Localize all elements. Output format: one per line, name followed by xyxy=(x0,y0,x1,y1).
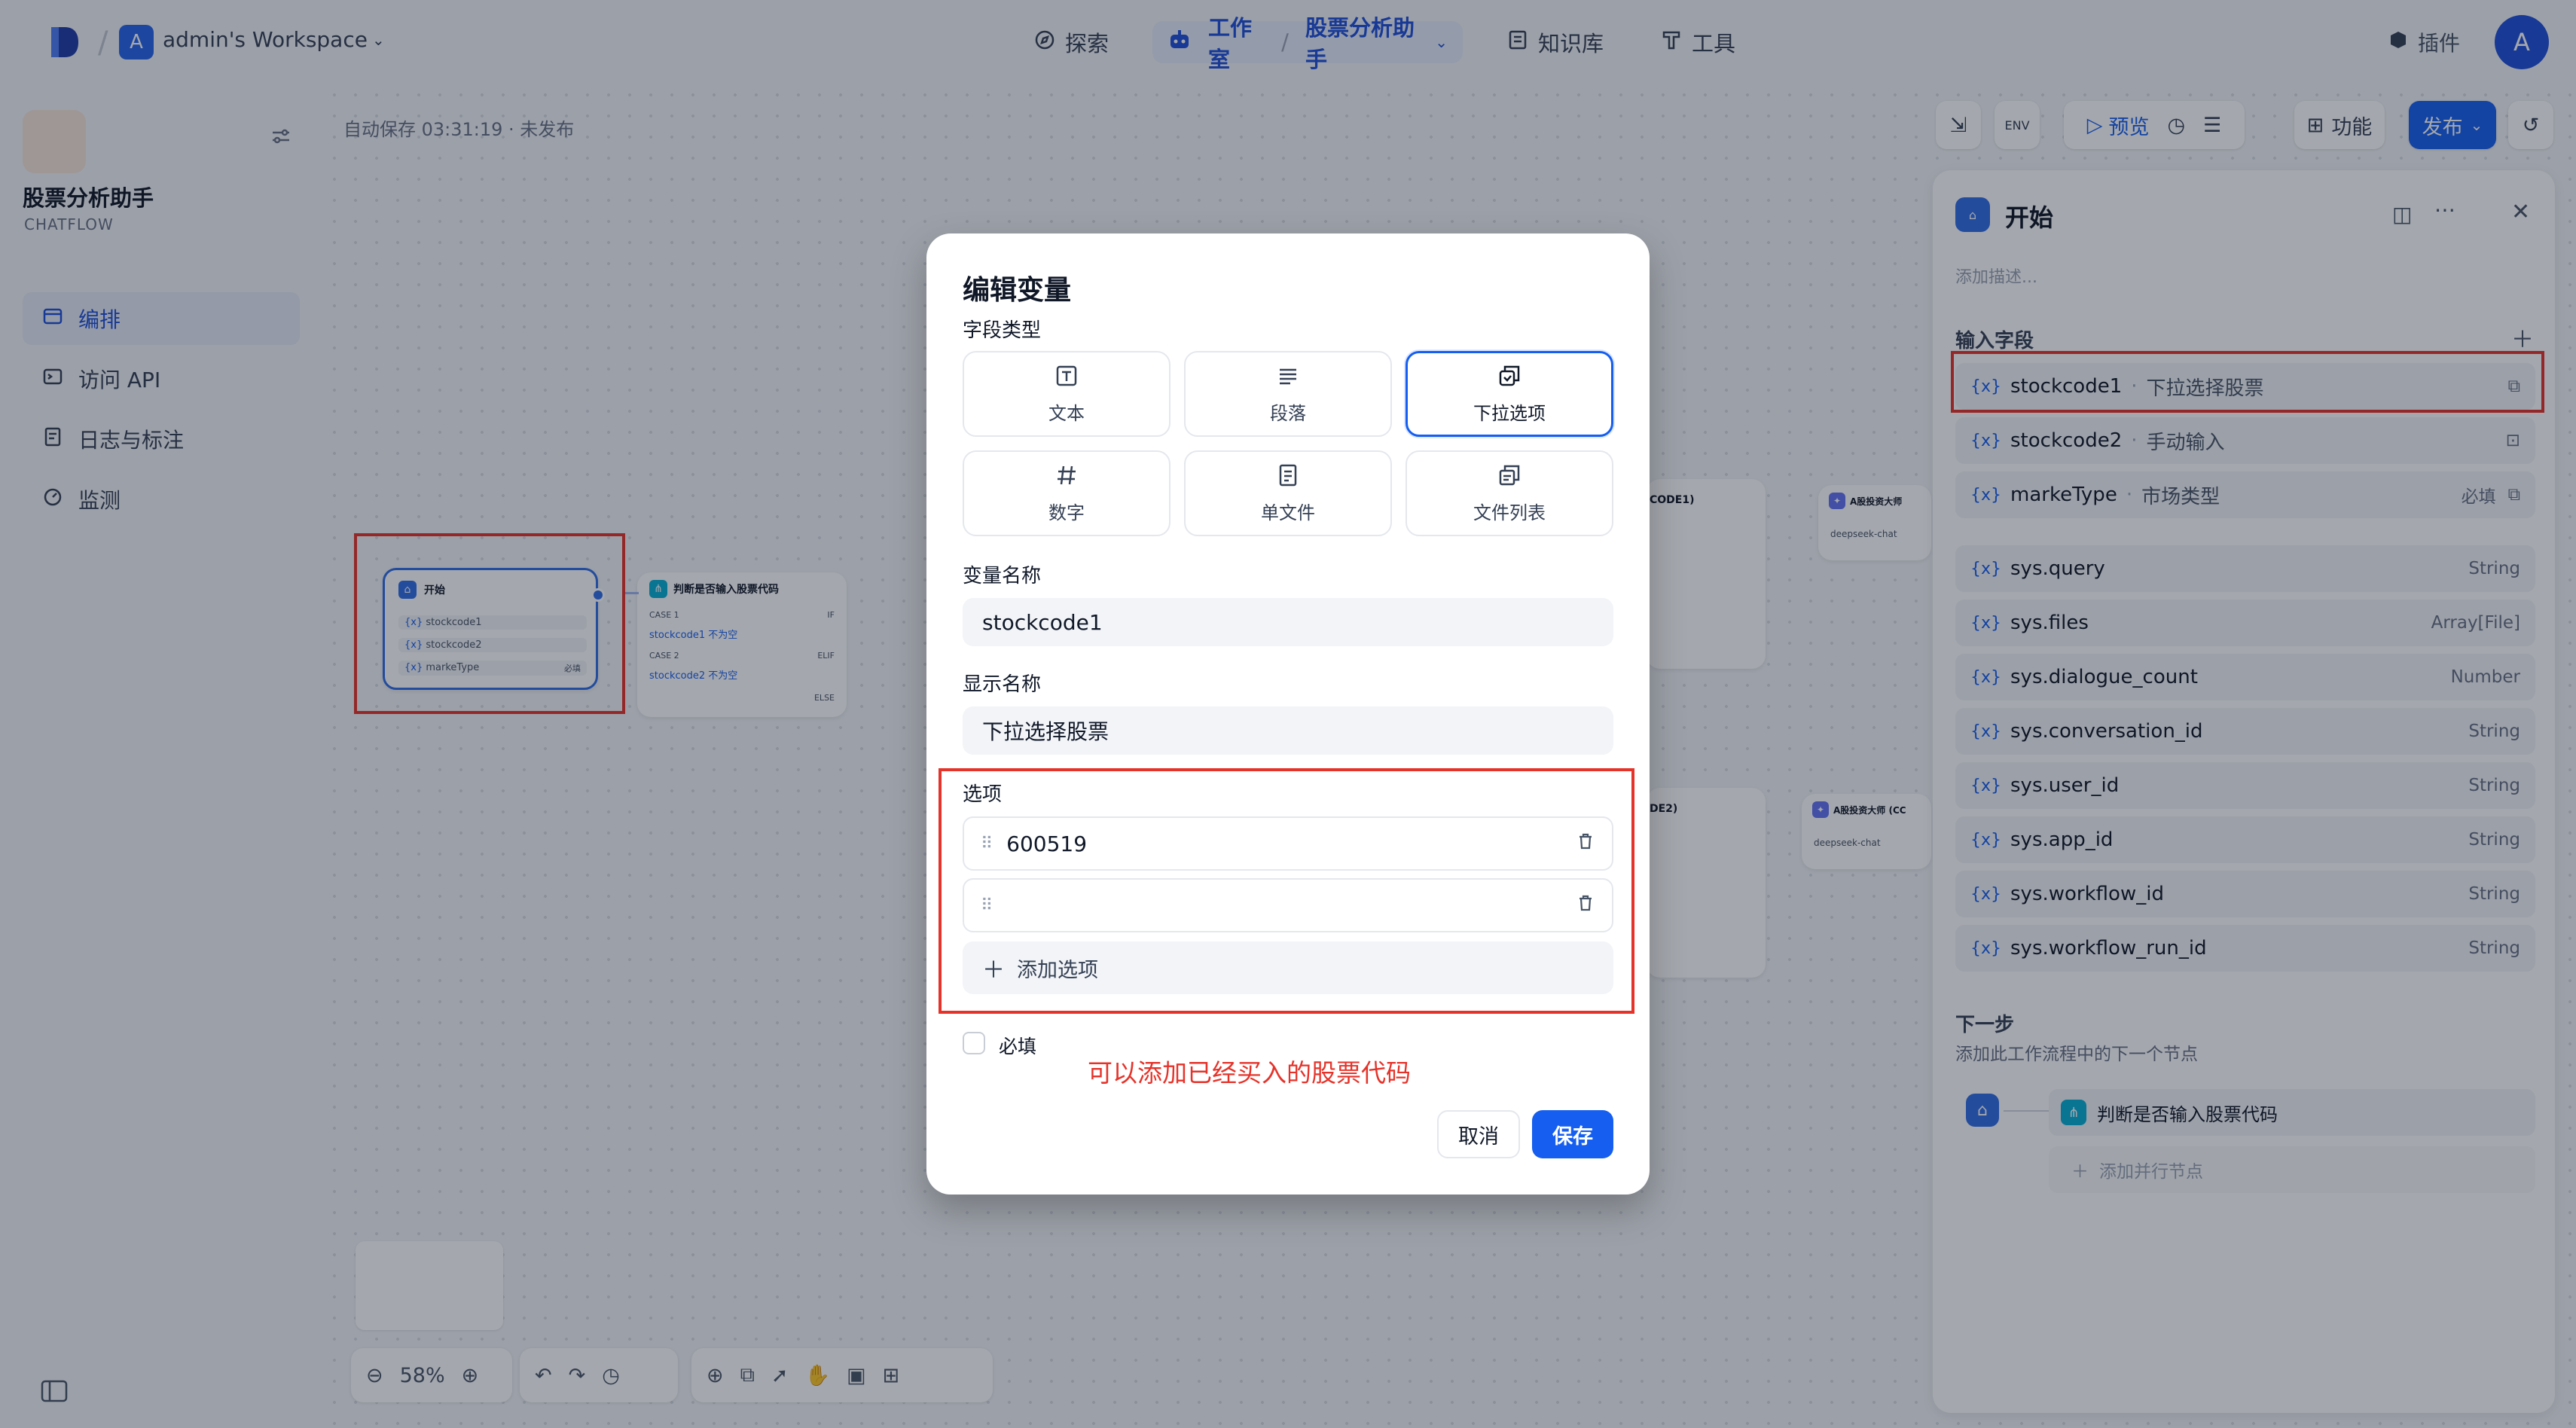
display-name-label: 显示名称 xyxy=(963,673,1042,696)
type-label: 文本 xyxy=(1048,402,1085,424)
type-label: 下拉选项 xyxy=(1473,402,1546,424)
file-icon xyxy=(1276,463,1300,492)
required-checkbox[interactable] xyxy=(963,1032,985,1054)
paragraph-icon xyxy=(1276,364,1300,392)
number-icon xyxy=(1055,463,1079,492)
required-label: 必填 xyxy=(999,1036,1037,1057)
field-type-label: 字段类型 xyxy=(963,319,1042,342)
type-label: 单文件 xyxy=(1261,502,1315,523)
variable-name-input[interactable]: stockcode1 xyxy=(963,598,1613,646)
highlight-box xyxy=(939,768,1634,1014)
annotation-text: 可以添加已经买入的股票代码 xyxy=(1088,1058,1411,1088)
modal-title: 编辑变量 xyxy=(963,275,1072,306)
type-label: 数字 xyxy=(1048,502,1085,523)
select-icon xyxy=(1497,364,1521,392)
type-option-number[interactable]: 数字 xyxy=(963,450,1170,536)
file-list-icon xyxy=(1497,463,1521,492)
type-option-paragraph[interactable]: 段落 xyxy=(1184,351,1392,437)
type-option-file[interactable]: 单文件 xyxy=(1184,450,1392,536)
type-option-select[interactable]: 下拉选项 xyxy=(1406,351,1613,437)
type-label: 段落 xyxy=(1270,402,1306,424)
text-icon xyxy=(1055,364,1079,392)
type-label: 文件列表 xyxy=(1473,502,1546,523)
type-option-text[interactable]: 文本 xyxy=(963,351,1170,437)
cancel-button[interactable]: 取消 xyxy=(1437,1110,1520,1158)
save-button[interactable]: 保存 xyxy=(1532,1110,1613,1158)
variable-name-label: 变量名称 xyxy=(963,565,1042,587)
display-name-input[interactable]: 下拉选择股票 xyxy=(963,706,1613,755)
type-option-file-list[interactable]: 文件列表 xyxy=(1406,450,1613,536)
